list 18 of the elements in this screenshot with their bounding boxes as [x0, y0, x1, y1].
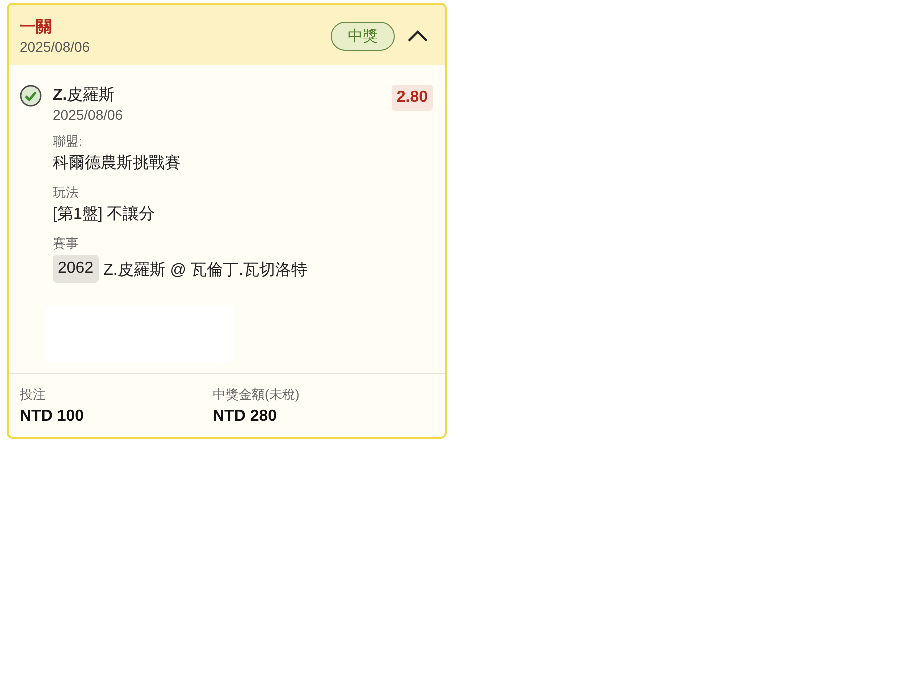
field-label: 玩法 [53, 184, 80, 202]
odds-value: 2.80 [392, 85, 433, 111]
match-name: Z.皮羅斯 @ 瓦倫丁.瓦切洛特 [104, 260, 308, 280]
field-label: 賽事 [53, 235, 80, 253]
amount-value: NTD 100 [20, 408, 86, 426]
field-label: 聯盟: [53, 133, 84, 151]
field-value: 科爾德農斯挑戰賽 [53, 154, 182, 174]
bet-type-title: 一關 [20, 18, 53, 38]
selection-date: 2025/08/06 [53, 107, 124, 123]
field-value: [第1盤] 不讓分 [53, 204, 156, 225]
match-code: 2062 [53, 255, 99, 283]
chevron-icon [407, 29, 429, 43]
bet-date: 2025/08/06 [20, 39, 92, 55]
amount-label: 投注 [20, 386, 47, 404]
amount-value: NTD 280 [213, 408, 278, 426]
status-badge: 中獎 [331, 22, 395, 50]
player-name: Z.皮羅斯 [53, 86, 116, 106]
amount-label: 中獎金額(未稅) [213, 386, 301, 404]
